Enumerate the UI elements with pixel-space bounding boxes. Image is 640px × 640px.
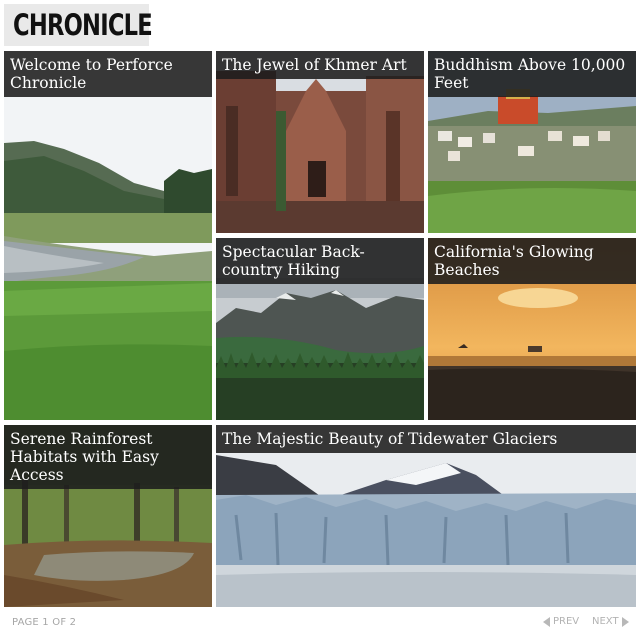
next-page-link[interactable]: NEXT (592, 616, 629, 627)
article-title: Spectacular Back-country Hiking (216, 238, 424, 284)
article-title: Serene Rainforest Habitats with Easy Acc… (4, 425, 212, 489)
article-title: Welcome to Perforce Chronicle (4, 51, 212, 97)
article-tile-khmer[interactable]: The Jewel of Khmer Art (216, 51, 424, 233)
article-title: The Majestic Beauty of Tidewater Glacier… (216, 425, 636, 453)
article-tile-welcome[interactable]: Welcome to Perforce Chronicle (4, 51, 212, 420)
article-title: Buddhism Above 10,000 Feet (428, 51, 636, 97)
article-title: The Jewel of Khmer Art (216, 51, 424, 79)
prev-label: PREV (553, 616, 580, 627)
article-tile-hiking[interactable]: Spectacular Back-country Hiking (216, 238, 424, 420)
article-tile-rainforest[interactable]: Serene Rainforest Habitats with Easy Acc… (4, 425, 212, 607)
chevron-right-icon (621, 616, 629, 627)
article-tile-glaciers[interactable]: The Majestic Beauty of Tidewater Glacier… (216, 425, 636, 607)
next-label: NEXT (592, 616, 619, 627)
chevron-left-icon (543, 616, 550, 627)
site-logo[interactable]: CHRONICLE (4, 4, 153, 46)
article-title: California's Glowing Beaches (428, 238, 636, 284)
article-tile-buddhism[interactable]: Buddhism Above 10,000 Feet (428, 51, 636, 233)
site-title: CHRONICLE (13, 8, 153, 42)
prev-page-link[interactable]: PREV (543, 616, 579, 627)
meadow-photo (4, 51, 212, 420)
article-tile-california[interactable]: California's Glowing Beaches (428, 238, 636, 420)
pagination-status: PAGE 1 OF 2 (12, 617, 77, 628)
